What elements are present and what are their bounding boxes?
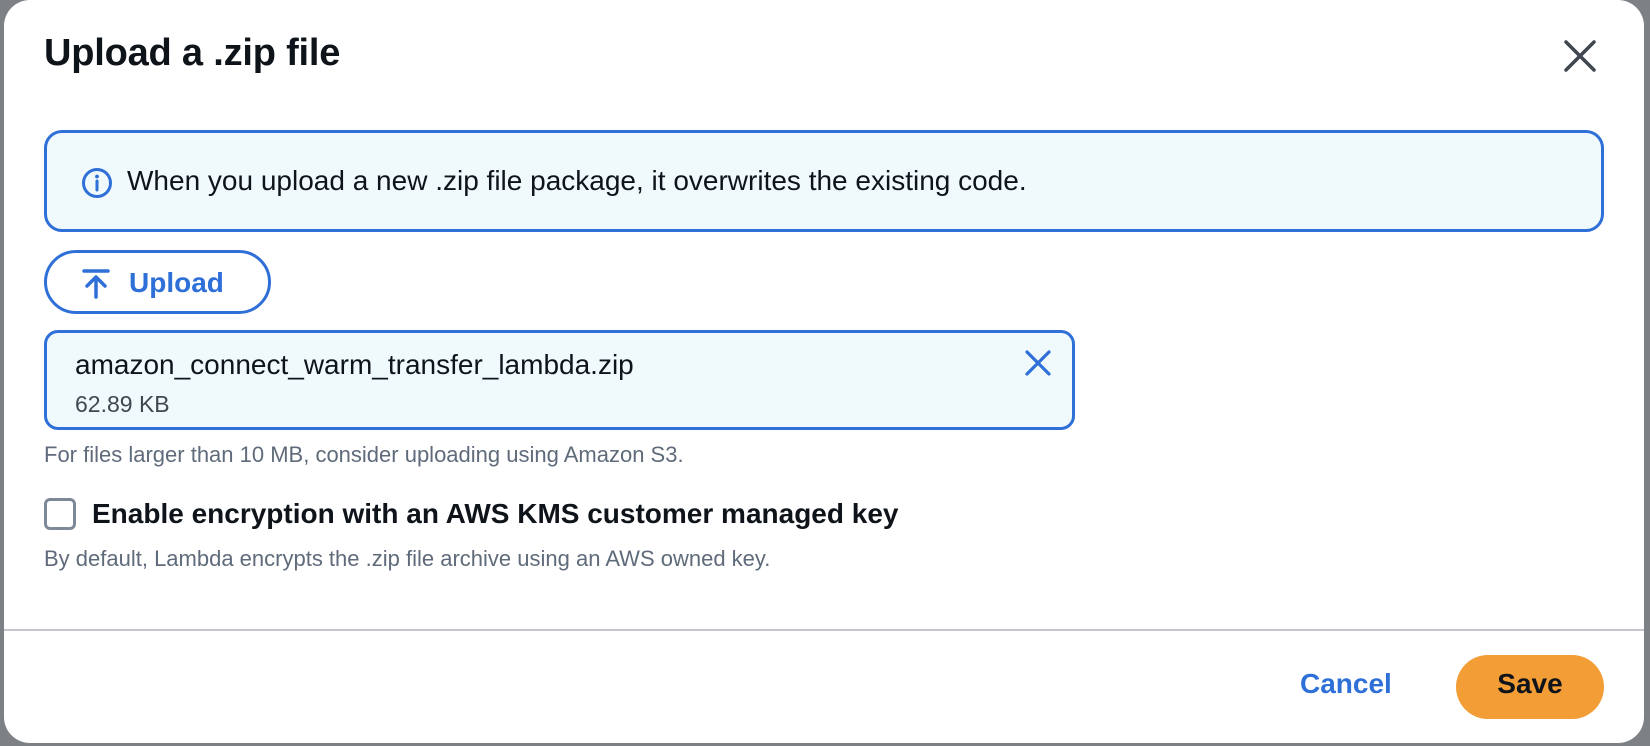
encryption-checkbox[interactable] <box>44 498 76 530</box>
close-icon <box>1025 350 1051 376</box>
upload-zip-dialog: Upload a .zip file When you upload a new… <box>4 0 1644 743</box>
info-icon <box>82 168 112 198</box>
save-button[interactable]: Save <box>1456 655 1604 719</box>
encryption-checkbox-label[interactable]: Enable encryption with an AWS KMS custom… <box>92 498 898 530</box>
selected-file-token: amazon_connect_warm_transfer_lambda.zip … <box>44 330 1075 430</box>
upload-button-label: Upload <box>129 267 224 298</box>
info-alert: When you upload a new .zip file package,… <box>44 130 1604 232</box>
dialog-title: Upload a .zip file <box>44 32 341 74</box>
file-size-hint: For files larger than 10 MB, consider up… <box>44 442 684 467</box>
file-size: 62.89 KB <box>75 391 170 417</box>
upload-button[interactable]: Upload <box>44 250 271 314</box>
alert-message: When you upload a new .zip file package,… <box>127 165 1027 196</box>
file-name: amazon_connect_warm_transfer_lambda.zip <box>75 349 634 380</box>
close-icon <box>1564 40 1596 72</box>
remove-file-button[interactable] <box>1022 347 1054 379</box>
footer-divider <box>4 629 1644 631</box>
save-button-label: Save <box>1497 668 1563 699</box>
upload-arrow-icon <box>82 269 110 299</box>
encryption-description: By default, Lambda encrypts the .zip fil… <box>44 546 771 571</box>
cancel-button[interactable]: Cancel <box>1300 668 1392 700</box>
close-button[interactable] <box>1558 34 1602 78</box>
